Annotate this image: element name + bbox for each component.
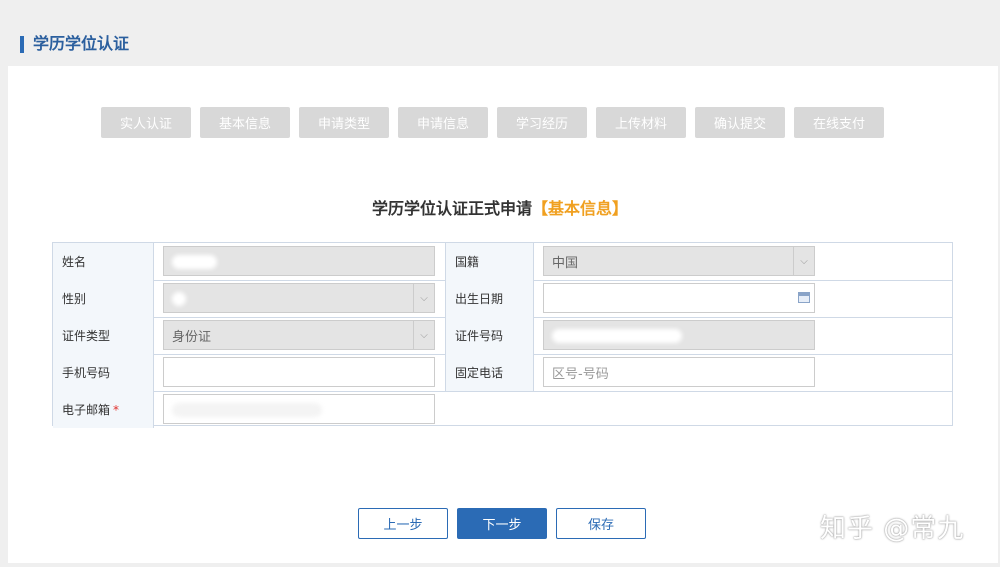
watermark: 知乎 @常九 <box>820 514 965 544</box>
page-title: 学历学位认证 <box>33 34 130 53</box>
landline-label: 固定电话 <box>445 354 534 391</box>
step-application-type[interactable]: 申请类型 <box>299 107 389 138</box>
chevron-down-icon: ⌵ <box>413 284 434 312</box>
gender-label: 性别 <box>53 280 154 317</box>
redacted-mark <box>172 403 322 417</box>
birth-date-label: 出生日期 <box>445 280 534 317</box>
page-header: 学历学位认证 <box>0 0 1000 66</box>
id-number-field[interactable] <box>543 320 815 350</box>
name-field[interactable] <box>163 246 435 276</box>
nationality-label: 国籍 <box>445 243 534 280</box>
id-number-label: 证件号码 <box>445 317 534 354</box>
step-confirm-submit[interactable]: 确认提交 <box>695 107 785 138</box>
redacted-mark <box>172 255 217 269</box>
chevron-down-icon: ⌵ <box>413 321 434 349</box>
step-upload-materials[interactable]: 上传材料 <box>596 107 686 138</box>
form-title-text: 学历学位认证正式申请 <box>371 199 532 218</box>
form-title: 学历学位认证正式申请【基本信息】 <box>0 195 1000 219</box>
form-row-email: 电子邮箱 * <box>53 391 952 428</box>
basic-info-form: 姓名 国籍 中国 ⌵ 性别 ⌵ 出生日期 证件类型 身份证 ⌵ 证件号码 手机号… <box>52 242 953 428</box>
mobile-input[interactable] <box>163 357 435 387</box>
name-label: 姓名 <box>53 243 154 280</box>
redacted-mark <box>172 292 186 306</box>
step-online-payment[interactable]: 在线支付 <box>794 107 884 138</box>
form-title-highlight: 【基本信息】 <box>532 199 629 218</box>
birth-date-input[interactable] <box>543 283 815 313</box>
step-basic-info[interactable]: 基本信息 <box>200 107 290 138</box>
calendar-icon[interactable] <box>798 292 810 303</box>
email-input[interactable] <box>163 394 435 424</box>
mobile-label: 手机号码 <box>53 354 154 391</box>
step-real-person-auth[interactable]: 实人认证 <box>101 107 191 138</box>
required-mark: * <box>113 402 120 417</box>
gender-select[interactable]: ⌵ <box>163 283 435 313</box>
chevron-down-icon: ⌵ <box>793 247 814 275</box>
step-study-history[interactable]: 学习经历 <box>497 107 587 138</box>
redacted-mark <box>552 329 682 343</box>
form-row-gender: 性别 ⌵ 出生日期 <box>53 280 952 318</box>
step-application-info[interactable]: 申请信息 <box>398 107 488 138</box>
save-button[interactable]: 保存 <box>556 508 646 539</box>
title-accent-bar <box>20 36 24 53</box>
form-row-id: 证件类型 身份证 ⌵ 证件号码 <box>53 317 952 355</box>
form-row-name: 姓名 国籍 中国 ⌵ <box>53 243 952 281</box>
step-navigation: 实人认证 基本信息 申请类型 申请信息 学习经历 上传材料 确认提交 在线支付 <box>101 107 884 138</box>
landline-input[interactable]: 区号-号码 <box>543 357 815 387</box>
id-type-label: 证件类型 <box>53 317 154 354</box>
form-row-phone: 手机号码 固定电话 区号-号码 <box>53 354 952 392</box>
next-step-button[interactable]: 下一步 <box>457 508 547 539</box>
id-type-select[interactable]: 身份证 ⌵ <box>163 320 435 350</box>
previous-step-button[interactable]: 上一步 <box>358 508 448 539</box>
nationality-select[interactable]: 中国 ⌵ <box>543 246 815 276</box>
email-label: 电子邮箱 * <box>53 391 154 428</box>
landline-placeholder: 区号-号码 <box>552 366 609 382</box>
